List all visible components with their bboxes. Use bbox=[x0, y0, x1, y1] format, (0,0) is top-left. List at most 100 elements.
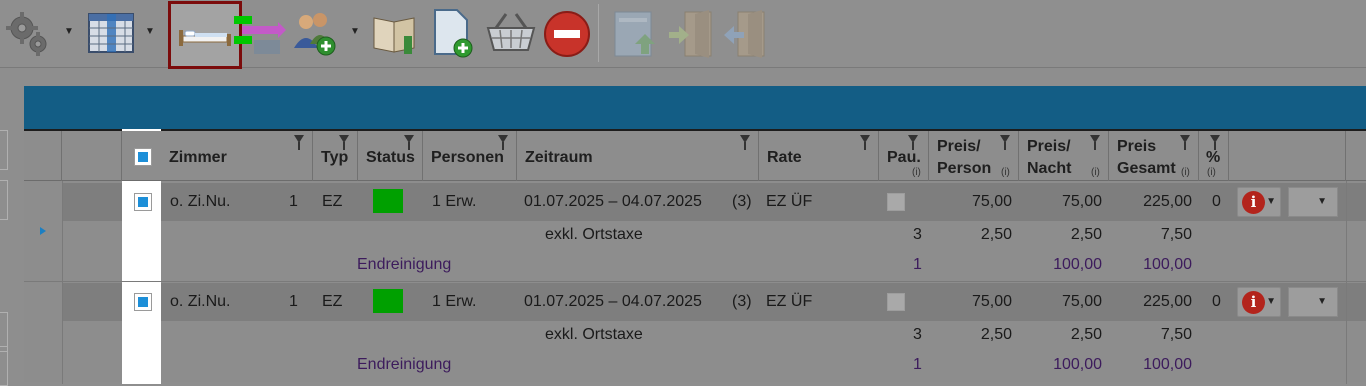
checkin-icon[interactable] bbox=[611, 6, 665, 60]
info-hint: (i) bbox=[1181, 167, 1190, 178]
cell-preis-person: 75,00 bbox=[971, 193, 1012, 210]
cell-prozent: 0 bbox=[1212, 193, 1221, 210]
grid-title-band bbox=[24, 86, 1366, 129]
header-preis-gesamt[interactable]: Preis Gesamt (i) bbox=[1109, 131, 1199, 181]
sub-qty: 3 bbox=[913, 326, 922, 343]
sub-label: Endreinigung bbox=[357, 256, 452, 273]
header-zimmer[interactable]: Zimmer bbox=[161, 131, 313, 181]
select-all-checkbox[interactable] bbox=[134, 148, 152, 166]
chevron-down-icon[interactable]: ▼ bbox=[144, 26, 156, 38]
chevron-down-icon: ▼ bbox=[1317, 196, 1327, 207]
sub-preis-nacht: 2,50 bbox=[1070, 326, 1102, 343]
filter-icon[interactable] bbox=[908, 135, 918, 150]
chevron-down-icon[interactable]: ▼ bbox=[349, 26, 361, 38]
header-label: Gesamt bbox=[1117, 160, 1176, 177]
filter-icon[interactable] bbox=[339, 135, 349, 150]
sub-label: Endreinigung bbox=[357, 356, 452, 373]
header-zeitraum[interactable]: Zeitraum bbox=[517, 131, 759, 181]
room-move-icon[interactable] bbox=[232, 6, 286, 60]
sub-preis-gesamt: 100,00 bbox=[1143, 356, 1192, 373]
cell-preis-gesamt: 225,00 bbox=[1143, 293, 1192, 310]
chevron-down-icon[interactable]: ▼ bbox=[63, 26, 75, 38]
sub-qty: 1 bbox=[913, 356, 922, 373]
sub-preis-person: 2,50 bbox=[980, 226, 1012, 243]
header-label: Preis/ bbox=[1027, 138, 1071, 155]
cell-zimmer: o. Zi.Nu. bbox=[170, 293, 231, 310]
filter-icon[interactable] bbox=[498, 135, 508, 150]
side-tab[interactable] bbox=[0, 130, 8, 170]
sub-label: exkl. Ortstaxe bbox=[545, 326, 643, 343]
filter-icon[interactable] bbox=[1210, 135, 1220, 150]
filter-icon[interactable] bbox=[740, 135, 750, 150]
side-tab[interactable] bbox=[0, 346, 8, 386]
cell-preis-gesamt: 225,00 bbox=[1143, 193, 1192, 210]
info-button[interactable]: i ▼ bbox=[1237, 287, 1281, 317]
header-prozent[interactable]: % (i) bbox=[1199, 131, 1229, 181]
sub-preis-nacht: 100,00 bbox=[1053, 356, 1102, 373]
cell-prozent: 0 bbox=[1212, 293, 1221, 310]
sub-preis-gesamt: 7,50 bbox=[1160, 326, 1192, 343]
filter-icon[interactable] bbox=[404, 135, 414, 150]
cell-typ: EZ bbox=[322, 293, 343, 310]
chevron-down-icon: ▼ bbox=[1317, 296, 1327, 307]
filter-icon[interactable] bbox=[1090, 135, 1100, 150]
header-label: Status bbox=[366, 149, 415, 166]
row-checkbox[interactable] bbox=[134, 193, 152, 211]
pau-checkbox[interactable] bbox=[887, 293, 905, 311]
header-typ[interactable]: Typ bbox=[313, 131, 358, 181]
row-dropdown[interactable]: ▼ bbox=[1288, 287, 1338, 317]
header-label: Zeitraum bbox=[525, 149, 593, 166]
new-document-icon[interactable] bbox=[427, 6, 481, 60]
cell-preis-person: 75,00 bbox=[971, 293, 1012, 310]
cell-preis-nacht: 75,00 bbox=[1061, 293, 1102, 310]
chevron-down-icon: ▼ bbox=[1266, 196, 1276, 207]
cell-preis-nacht: 75,00 bbox=[1061, 193, 1102, 210]
sub-preis-gesamt: 100,00 bbox=[1143, 256, 1192, 273]
header-label: Personen bbox=[431, 149, 504, 166]
info-icon: i bbox=[1242, 191, 1265, 214]
filter-icon[interactable] bbox=[860, 135, 870, 150]
filter-icon[interactable] bbox=[1180, 135, 1190, 150]
basket-icon[interactable] bbox=[484, 6, 538, 60]
header-label: Zimmer bbox=[169, 149, 227, 166]
filter-icon[interactable] bbox=[294, 135, 304, 150]
grid-columns-icon[interactable] bbox=[85, 6, 139, 60]
header-label: Typ bbox=[321, 149, 349, 166]
header-preis-person[interactable]: Preis/Person (i) bbox=[929, 131, 1019, 181]
header-end bbox=[1346, 131, 1366, 181]
book-icon[interactable] bbox=[368, 6, 422, 60]
row-expander-icon[interactable] bbox=[40, 227, 46, 235]
info-button[interactable]: i ▼ bbox=[1237, 187, 1281, 217]
grid-header: Zimmer Typ Status Personen Zeitraum Rate… bbox=[24, 131, 1366, 181]
pau-checkbox[interactable] bbox=[887, 193, 905, 211]
add-guests-icon[interactable] bbox=[288, 6, 342, 60]
row-checkbox[interactable] bbox=[134, 293, 152, 311]
info-icon: i bbox=[1242, 291, 1265, 314]
header-preis-nacht[interactable]: Preis/Nacht (i) bbox=[1019, 131, 1109, 181]
info-hint: (i) bbox=[912, 167, 921, 178]
side-tab[interactable] bbox=[0, 180, 8, 220]
cell-rate: EZ ÜF bbox=[766, 193, 813, 210]
header-rate[interactable]: Rate bbox=[759, 131, 879, 181]
row-separator bbox=[24, 281, 1366, 282]
row-dropdown[interactable]: ▼ bbox=[1288, 187, 1338, 217]
header-status[interactable]: Status bbox=[358, 131, 423, 181]
sub-qty: 1 bbox=[913, 256, 922, 273]
bed-button[interactable] bbox=[168, 1, 242, 69]
column-line bbox=[62, 181, 63, 384]
cell-naechte: (3) bbox=[732, 293, 752, 310]
header-label: Pau. bbox=[887, 149, 921, 166]
door-enter-icon[interactable] bbox=[718, 6, 772, 60]
sub-preis-nacht: 2,50 bbox=[1070, 226, 1102, 243]
sub-preis-gesamt: 7,50 bbox=[1160, 226, 1192, 243]
status-indicator bbox=[373, 289, 403, 313]
sub-label: exkl. Ortstaxe bbox=[545, 226, 643, 243]
filter-icon[interactable] bbox=[1000, 135, 1010, 150]
header-personen[interactable]: Personen bbox=[423, 131, 517, 181]
header-pau[interactable]: Pau. (i) bbox=[879, 131, 929, 181]
stop-icon[interactable] bbox=[540, 6, 594, 60]
info-hint: (i) bbox=[1091, 167, 1100, 178]
settings-gear-icon[interactable] bbox=[2, 6, 56, 60]
door-exit-icon[interactable] bbox=[665, 6, 719, 60]
toolbar-separator bbox=[598, 4, 599, 62]
